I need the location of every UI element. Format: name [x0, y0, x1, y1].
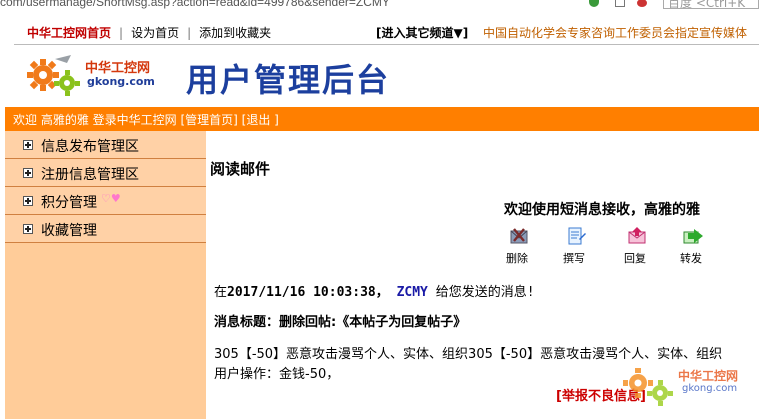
watermark-logo: 中华工控网 gkong.com [622, 363, 759, 419]
msg-suffix: 给您发送的消息! [435, 285, 535, 300]
forward-button[interactable]: 转发 [676, 225, 716, 265]
sender-link[interactable]: ZCMY [397, 285, 428, 300]
sidebar-item-info-publish[interactable]: 信息发布管理区 [5, 131, 206, 159]
logout-link[interactable]: [退出 ] [242, 113, 279, 127]
forward-label: 转发 [680, 252, 702, 265]
manage-home-link[interactable]: [管理首页] [180, 113, 237, 127]
page-title: 用户管理后台 [186, 61, 391, 99]
set-home-link[interactable]: 设为首页 [127, 26, 183, 40]
watermark-brand: 中华工控网 [678, 369, 739, 383]
sidebar-item-label: 积分管理 [41, 195, 97, 211]
logo-domain-text: gkong.com [87, 75, 155, 88]
welcome-message: 欢迎使用短消息接收，高雅的雅 [504, 202, 700, 218]
browser-search-input[interactable]: 百度 <Ctrl+K [663, 0, 759, 9]
gear-icon [27, 55, 80, 96]
sidebar-item-label: 注册信息管理区 [41, 167, 139, 183]
sidebar-item-favorites[interactable]: 收藏管理 [5, 215, 206, 243]
shield-icon[interactable] [589, 0, 599, 7]
expand-plus-icon[interactable] [23, 140, 33, 150]
compose-button[interactable]: 撰写 [559, 225, 599, 265]
watermark-domain: gkong.com [682, 383, 738, 394]
add-favorite-link[interactable]: 添加到收藏夹 [195, 26, 275, 40]
gear-icon [623, 368, 673, 406]
address-url[interactable]: com/usermanage/ShortMsg.asp?action=read&… [0, 0, 390, 9]
message-meta-line: 在2017/11/16 10:03:38， ZCMY 给您发送的消息! [214, 281, 535, 300]
top-links: 中华工控网首页 | 设为首页 | 添加到收藏夹 [23, 24, 275, 41]
home-link[interactable]: 中华工控网首页 [23, 26, 115, 40]
user-bar: 欢迎 高雅的雅 登录中华工控网 [管理首页] [退出 ] [5, 107, 759, 131]
sidebar-item-points[interactable]: 积分管理 ♡♥ [5, 187, 206, 215]
message-subject: 消息标题：删除回帖:《本帖子为回复帖子》 [214, 315, 467, 330]
sidebar-item-registration[interactable]: 注册信息管理区 [5, 159, 206, 187]
msg-prefix: 在 [214, 285, 228, 300]
browser-toolbar: 百度 <Ctrl+K [559, 0, 759, 11]
forward-icon [683, 229, 703, 244]
expand-plus-icon[interactable] [23, 196, 33, 206]
reply-button[interactable]: 回复 [620, 225, 660, 265]
sidebar: 信息发布管理区 注册信息管理区 积分管理 ♡♥ 收藏管理 [5, 131, 206, 419]
message-actions: 删除 撰写 回复 转发 [502, 225, 722, 265]
delete-button[interactable]: 删除 [502, 225, 542, 265]
reply-icon [628, 227, 646, 244]
read-mail-title: 阅读邮件 [210, 160, 271, 178]
other-channels-dropdown[interactable]: [进入其它频道▼] [376, 24, 468, 41]
msg-timestamp: 2017/11/16 10:03:38， [227, 285, 389, 300]
message-body-line: 305【-50】恶意攻击漫骂个人、实体、组织305【-50】恶意攻击漫骂个人、实… [214, 347, 723, 362]
addon-icon[interactable] [637, 0, 647, 7]
browser-address-bar: com/usermanage/ShortMsg.asp?action=read&… [0, 0, 759, 12]
top-links-bar: 中华工控网首页 | 设为首页 | 添加到收藏夹 [进入其它频道▼] 中国自动化学会专家咨… [0, 17, 759, 45]
separator: | [187, 26, 192, 40]
separator: | [119, 26, 124, 40]
user-bar-text: 欢迎 高雅的雅 登录中华工控网 [管理首页] [退出 ] [13, 111, 279, 128]
delete-label: 删除 [506, 252, 528, 265]
welcome-login-text: 欢迎 高雅的雅 登录中华工控网 [13, 113, 177, 127]
heart-icon: ♡♥ [101, 192, 121, 205]
compose-icon [568, 227, 586, 245]
expand-plus-icon[interactable] [23, 168, 33, 178]
extension-icon[interactable] [615, 0, 625, 7]
expand-plus-icon[interactable] [23, 224, 33, 234]
sidebar-item-label: 信息发布管理区 [41, 139, 139, 155]
delete-icon [510, 228, 528, 244]
site-logo[interactable]: 中华工控网 gkong.com [25, 53, 165, 101]
page-header: 中华工控网 gkong.com 用户管理后台 [0, 45, 759, 107]
reply-label: 回复 [624, 252, 646, 265]
media-note[interactable]: 中国自动化学会专家咨询工作委员会指定宣传媒体 [483, 24, 747, 41]
logo-brand-text: 中华工控网 [85, 61, 151, 76]
compose-label: 撰写 [563, 252, 585, 265]
sidebar-item-label: 收藏管理 [41, 223, 97, 239]
